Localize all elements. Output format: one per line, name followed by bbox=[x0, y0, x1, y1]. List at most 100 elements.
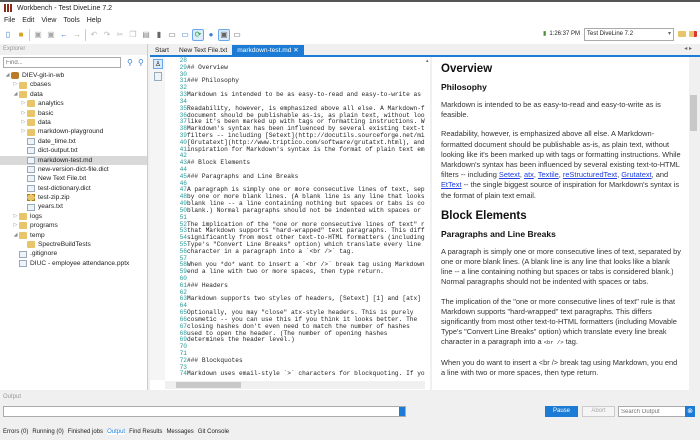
menu-file[interactable]: File bbox=[4, 17, 15, 24]
tree-item[interactable]: .gitignore bbox=[0, 249, 147, 258]
text: tag. bbox=[563, 337, 578, 347]
tree-item[interactable]: New Text File.txt bbox=[0, 174, 147, 183]
collapsed-arrow-icon[interactable]: ▷ bbox=[20, 109, 27, 118]
clear-search-icon[interactable]: ⊗ bbox=[685, 406, 695, 417]
folder-disconnect-icon[interactable] bbox=[689, 31, 697, 37]
markdown-mode-icon[interactable]: ♙ bbox=[153, 59, 163, 69]
menu-view[interactable]: View bbox=[41, 17, 56, 24]
output-command-select[interactable] bbox=[3, 406, 406, 417]
expanded-arrow-icon[interactable]: ◢ bbox=[12, 90, 19, 99]
copy-icon[interactable]: ❐ bbox=[128, 30, 138, 40]
explorer-find-input[interactable] bbox=[3, 57, 121, 68]
tree-item-label: markdown-playground bbox=[38, 128, 104, 136]
tree-item[interactable]: ▷ analytics bbox=[0, 99, 147, 108]
sync-icon[interactable]: ● bbox=[206, 30, 216, 40]
file-icon bbox=[27, 184, 35, 192]
monitor-blue-icon[interactable]: ▭ bbox=[180, 30, 190, 40]
collapsed-arrow-icon[interactable]: ▷ bbox=[20, 127, 27, 136]
collapsed-arrow-icon[interactable]: ▷ bbox=[12, 212, 19, 221]
tree-item[interactable]: ▷ cbases bbox=[0, 80, 147, 89]
file-icon bbox=[27, 137, 35, 145]
forward-icon[interactable]: → bbox=[72, 30, 82, 40]
menu-edit[interactable]: Edit bbox=[22, 17, 34, 24]
monitor-settings-icon[interactable]: ▣ bbox=[218, 29, 230, 41]
menu-help[interactable]: Help bbox=[87, 17, 101, 24]
cut-icon[interactable]: ✂ bbox=[115, 30, 125, 40]
folder-icon bbox=[27, 241, 35, 249]
tab-find-results[interactable]: Find Results bbox=[129, 429, 162, 435]
refresh-icon[interactable]: ⟳ bbox=[192, 29, 204, 41]
tree-item-label: dict-output.txt bbox=[38, 147, 78, 155]
search-output-input[interactable] bbox=[618, 406, 686, 417]
expanded-arrow-icon[interactable]: ◢ bbox=[12, 231, 19, 240]
text: , and bbox=[651, 170, 669, 180]
tree-item[interactable]: test-zip.zip bbox=[0, 193, 147, 202]
open-icon[interactable]: ■ bbox=[16, 30, 26, 40]
monitor-icon[interactable]: ▭ bbox=[167, 30, 177, 40]
abort-button[interactable]: Abort bbox=[582, 406, 615, 417]
code-line: ### Blockquotes bbox=[187, 356, 243, 364]
file-icon bbox=[27, 147, 35, 155]
preview-scrollbar[interactable] bbox=[689, 57, 698, 390]
tree-item[interactable]: ◢ DIEV-git-in-wb bbox=[0, 71, 147, 80]
tree-item[interactable]: markdown-test.md bbox=[0, 155, 147, 165]
tree-item[interactable]: ◢ temp bbox=[0, 231, 147, 240]
tab-running-0[interactable]: Running (0) bbox=[32, 429, 63, 435]
collapsed-arrow-icon[interactable]: ▷ bbox=[12, 80, 19, 89]
pause-button[interactable]: Pause bbox=[545, 406, 578, 417]
undo-icon[interactable]: ↶ bbox=[89, 30, 99, 40]
tree-item[interactable]: SpectreBuildTests bbox=[0, 240, 147, 249]
scroll-up-icon[interactable]: ▴ bbox=[426, 58, 429, 64]
horizontal-scrollbar[interactable] bbox=[165, 381, 425, 389]
save-all-icon[interactable]: ▣ bbox=[46, 30, 56, 40]
link-restructuredtext[interactable]: reStructuredText bbox=[563, 170, 617, 179]
close-icon[interactable]: ✕ bbox=[291, 47, 299, 54]
tree-item[interactable]: ▷ logs bbox=[0, 212, 147, 221]
redo-icon[interactable]: ↷ bbox=[102, 30, 112, 40]
tree-item[interactable]: date_time.txt bbox=[0, 137, 147, 146]
tree-item[interactable]: ▷ markdown-playground bbox=[0, 127, 147, 136]
link-atx[interactable]: atx bbox=[524, 170, 534, 179]
link-setext[interactable]: Setext bbox=[499, 170, 520, 179]
save-icon[interactable]: ▣ bbox=[33, 30, 43, 40]
monitor-gray-icon[interactable]: ▭ bbox=[232, 30, 242, 40]
link-textile[interactable]: Textile bbox=[538, 170, 559, 179]
menu-tools[interactable]: Tools bbox=[63, 17, 79, 24]
tree-item[interactable]: DIUC - employee attendance.pptx bbox=[0, 259, 147, 268]
link-grutatext[interactable]: Grutatext bbox=[621, 170, 651, 179]
tab-label: Start bbox=[155, 47, 169, 54]
tab-errors-0[interactable]: Errors (0) bbox=[3, 429, 28, 435]
folder-icon bbox=[19, 231, 27, 239]
search-advanced-icon[interactable]: ⚲ bbox=[138, 58, 144, 67]
document-mode-icon[interactable] bbox=[154, 72, 162, 81]
document-icon[interactable]: ▮ bbox=[154, 30, 164, 40]
tab-messages[interactable]: Messages bbox=[166, 429, 193, 435]
collapsed-arrow-icon[interactable]: ▷ bbox=[12, 221, 19, 230]
tab-scroll-arrows-icon[interactable]: ◂ ▸ bbox=[684, 45, 692, 52]
collapsed-arrow-icon[interactable]: ▷ bbox=[20, 99, 27, 108]
tree-item-label: basic bbox=[38, 109, 54, 117]
tree-item[interactable]: ▷ programs bbox=[0, 221, 147, 230]
tree-item[interactable]: ▷ basic bbox=[0, 109, 147, 118]
code-text[interactable]: ## Overview ### Philosophy Markdown is int… bbox=[187, 58, 425, 378]
tree-item[interactable]: dict-output.txt bbox=[0, 146, 147, 155]
scrollbar-thumb[interactable] bbox=[176, 382, 241, 388]
tree-item[interactable]: ▷ data bbox=[0, 118, 147, 127]
tab-output[interactable]: Output bbox=[107, 429, 126, 435]
tree-item[interactable]: test-dictionary.dict bbox=[0, 184, 147, 193]
folder-connect-icon[interactable] bbox=[678, 31, 686, 37]
back-icon[interactable]: ← bbox=[59, 30, 69, 40]
tree-item[interactable]: new-version-dict-file.dict bbox=[0, 165, 147, 174]
paste-icon[interactable]: ▤ bbox=[141, 30, 151, 40]
profile-select[interactable]: Test DiveLine 7.2 ▾ bbox=[584, 28, 674, 41]
search-icon[interactable]: ⚲ bbox=[127, 58, 133, 67]
expanded-arrow-icon[interactable]: ◢ bbox=[4, 71, 11, 80]
tab-finished-jobs[interactable]: Finished jobs bbox=[68, 429, 103, 435]
scrollbar-thumb[interactable] bbox=[690, 95, 697, 131]
collapsed-arrow-icon[interactable]: ▷ bbox=[20, 118, 27, 127]
tree-item[interactable]: ◢ data bbox=[0, 90, 147, 99]
tree-item[interactable]: years.txt bbox=[0, 202, 147, 211]
tab-git-console[interactable]: Git Console bbox=[198, 429, 229, 435]
new-icon[interactable]: ▯ bbox=[3, 30, 13, 40]
link-ettext[interactable]: EtText bbox=[441, 180, 462, 189]
